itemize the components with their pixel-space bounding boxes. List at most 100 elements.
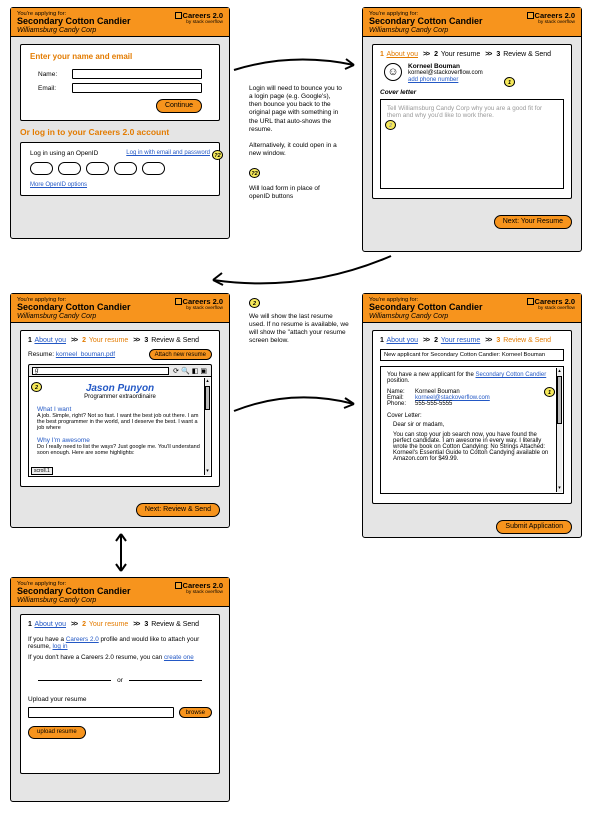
careers-link[interactable]: Careers 2.0 <box>66 636 99 643</box>
openid-btn-1[interactable] <box>30 162 53 175</box>
header: You're applying for: Secondary Cotton Ca… <box>11 294 229 323</box>
step-review: Review & Send <box>503 337 551 344</box>
scrollbar[interactable]: ▴ ▾ <box>556 368 562 492</box>
scrollbar[interactable]: ▴ ▾ <box>204 378 210 475</box>
email-label: Email: <box>38 85 72 92</box>
next-resume-button[interactable]: Next: Your Resume <box>494 215 572 229</box>
more-openid-link[interactable]: More OpenID options <box>30 182 87 188</box>
annotation-2: 2 <box>385 120 396 130</box>
step-resume[interactable]: Your resume <box>441 337 480 344</box>
scroll-down-icon[interactable]: ▾ <box>557 485 562 492</box>
banner: New applicant for Secondary Cotton Candi… <box>380 349 564 361</box>
position-link[interactable]: Secondary Cotton Candier <box>476 372 547 378</box>
arrow-2-to-3 <box>205 253 395 291</box>
scroll-up-icon[interactable]: ▴ <box>205 378 210 385</box>
step-indicator: 1 About you >> 2 Your resume >> 3 Review… <box>28 337 212 344</box>
file-path-input[interactable] <box>28 707 174 718</box>
attach-resume-button[interactable]: Attach new resume <box>149 349 212 360</box>
logo-box-icon <box>175 582 182 589</box>
email-input[interactable] <box>72 83 202 93</box>
content: 1 About you >> 2 Your resume >> 3 Review… <box>11 323 229 500</box>
resume-file-link[interactable]: korneel_bouman.pdf <box>56 351 115 358</box>
add-phone-link[interactable]: add phone number <box>408 77 458 83</box>
or-divider: or <box>38 677 202 684</box>
resume-preview: 2 Jason Punyon Programmer extraordinaire… <box>28 377 212 477</box>
step-about-you[interactable]: About you <box>34 621 66 628</box>
scroll-thumb[interactable] <box>557 376 562 424</box>
step-indicator: 1 About you >> 2 Your resume >> 3 Review… <box>380 337 564 344</box>
note-new-window: Alternatively, it could open in a new wi… <box>249 142 342 158</box>
openid-btn-3[interactable] <box>86 162 109 175</box>
name-input[interactable] <box>72 69 202 79</box>
step-indicator: 1 About you >> 2 Your resume >> 3 Review… <box>380 51 564 58</box>
content: 1 About you >> 2 Your resume >> 3 Review… <box>363 37 581 212</box>
content: Enter your name and email Name: Email: C… <box>11 37 229 209</box>
name-label: Name: <box>38 71 72 78</box>
step-about-you[interactable]: About you <box>386 337 418 344</box>
resume-panel: 1 About you >> 2 Your resume >> 3 Review… <box>20 330 220 487</box>
resume-subtitle: Programmer extraordinaire <box>37 394 203 400</box>
cover-letter-label: Cover Letter: <box>387 413 557 419</box>
user-email: korneel@stackoverflow.com <box>408 70 483 76</box>
content: 1 About you >> 2 Your resume >> 3 Review… <box>11 607 229 787</box>
email-row: Email: <box>38 83 202 93</box>
resume-label: Resume: <box>28 351 54 358</box>
scroll-down-icon[interactable]: ▾ <box>205 468 210 475</box>
email-password-link[interactable]: Log in with email and password <box>126 150 210 156</box>
browser-bar: g ⟳🔍◧▣ <box>28 364 212 377</box>
logo-box-icon <box>527 298 534 305</box>
openid-btn-2[interactable] <box>58 162 81 175</box>
careers-logo: Careers 2.0 by stack overflow <box>175 581 223 595</box>
arrow-3-to-4 <box>232 391 360 419</box>
create-resume-link[interactable]: create one <box>164 654 194 661</box>
review-panel: 1 About you >> 2 Your resume >> 3 Review… <box>372 330 572 504</box>
note-login-bounce: Login will need to bounce you to a login… <box>249 85 342 134</box>
cover-letter-input[interactable]: Tell Williamsburg Candy Corp why you are… <box>380 99 564 189</box>
footer: Next: Review & Send <box>11 500 229 523</box>
resume-h1: What I want <box>37 406 203 413</box>
footer: Submit Application <box>363 517 581 540</box>
arrow-3-to-5 <box>113 530 129 575</box>
search-icon[interactable]: 🔍 <box>180 368 191 375</box>
resume-p1: A job. Simple, right? Not so fast. I wan… <box>37 413 203 431</box>
step-about-you[interactable]: About you <box>34 337 66 344</box>
careers-logo: Careers 2.0 by stack overflow <box>175 11 223 25</box>
scroll-label: scroll.1 <box>31 467 53 475</box>
logo-box-icon <box>175 298 182 305</box>
upload-resume-button[interactable]: upload resume <box>28 726 86 739</box>
step-review: Review & Send <box>151 337 199 344</box>
header: You're applying for: Secondary Cotton Ca… <box>363 294 581 323</box>
login-link[interactable]: log in <box>53 643 68 650</box>
screen-upload: You're applying for: Secondary Cotton Ca… <box>10 577 230 802</box>
name-email-panel: Enter your name and email Name: Email: C… <box>20 44 220 121</box>
continue-button[interactable]: Continue <box>156 99 202 113</box>
submit-button[interactable]: Submit Application <box>496 520 572 534</box>
screen-login: You're applying for: Secondary Cotton Ca… <box>10 7 230 239</box>
step-about-you[interactable]: About you <box>386 51 418 58</box>
openid-btn-4[interactable] <box>114 162 137 175</box>
logo-box-icon <box>527 12 534 19</box>
review-phone: 555-555-5555 <box>415 401 452 407</box>
careers-logo: Careers 2.0 by stack overflow <box>527 11 575 25</box>
annotation-q2b: ?2 <box>249 168 260 178</box>
browse-button[interactable]: browse <box>179 707 212 718</box>
step-indicator: 1 About you >> 2 Your resume >> 3 Review… <box>28 621 212 628</box>
reload-icon[interactable]: ⟳ <box>172 368 180 375</box>
note-load-form: Will load form in place of openID button… <box>249 185 339 201</box>
careers-logo: Careers 2.0 by stack overflow <box>527 297 575 311</box>
next-review-button[interactable]: Next: Review & Send <box>136 503 220 517</box>
url-input[interactable]: g <box>32 367 169 375</box>
footer: Next: Your Resume <box>363 212 581 235</box>
upload-label: Upload your resume <box>28 696 212 703</box>
scroll-up-icon[interactable]: ▴ <box>557 368 562 375</box>
header: You're applying for: Secondary Cotton Ca… <box>11 8 229 37</box>
openid-btn-5[interactable] <box>142 162 165 175</box>
step-resume: Your resume <box>89 621 128 628</box>
annotation-2-note: 2 <box>249 298 260 308</box>
scroll-thumb[interactable] <box>205 386 210 410</box>
arrow-1-to-2 <box>232 55 360 77</box>
resume-p2: Do I really need to list the ways? Just … <box>37 444 203 456</box>
step-resume: Your resume <box>441 51 480 58</box>
openid-buttons <box>30 162 210 175</box>
ctrl-2[interactable]: ▣ <box>199 368 208 375</box>
